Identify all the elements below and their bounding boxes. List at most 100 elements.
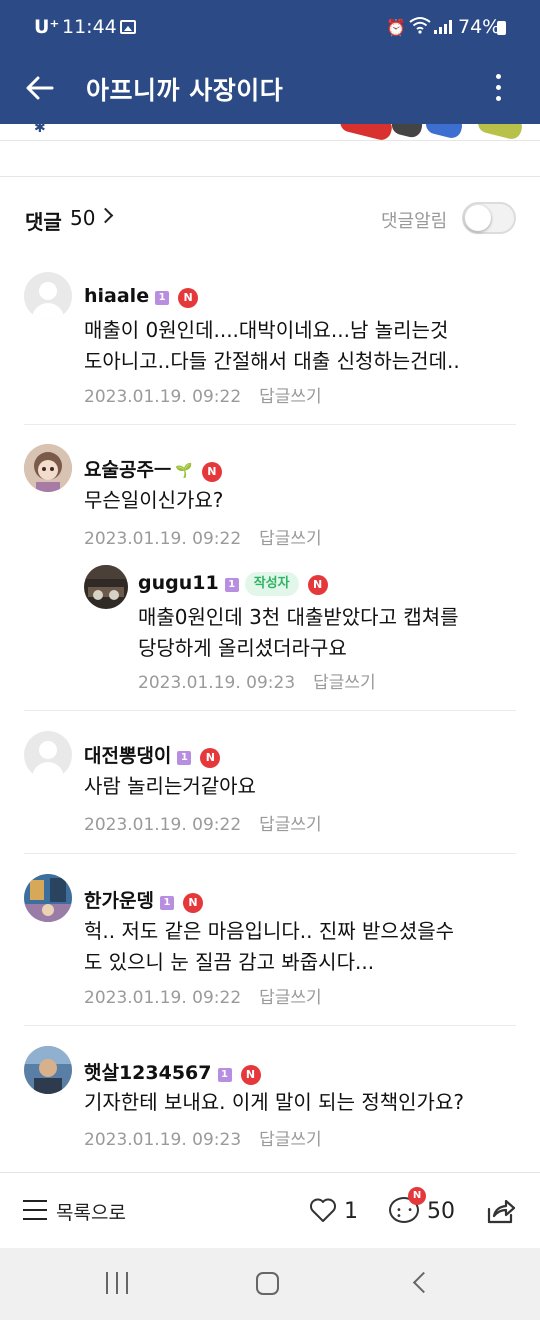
system-back-icon[interactable] [412,1271,435,1294]
image-fragment [338,124,394,140]
reply-item: gugu11 1 작성자 N 매출0원인데 3천 대출받았다고 캡쳐를 당당하게 올리… [0,565,540,695]
comment-item: hiaale 1 N 매출이 0원인데....대박이네요...남 놀리는것 도아니고… [0,272,540,422]
bottom-action-bar: 목록으로 1 • • • N 50 [0,1172,540,1248]
comment-body: 기자한테 보내요. 이게 말이 되는 정책인가요? [84,1087,464,1118]
comment-body: 매출이 0원인데....대박이네요...남 놀리는것 도아니고..다들 간절해서… [84,315,460,377]
avatar[interactable] [24,272,72,320]
comment-meta: 2023.01.19. 09:22 답글쓰기 [84,810,322,835]
level-badge: 1 [177,751,192,765]
image-notification-icon [120,20,136,34]
reply-link[interactable]: 답글쓰기 [259,1130,322,1150]
heart-icon[interactable] [309,1197,337,1228]
back-to-list-button[interactable]: 목록으로 [56,1198,126,1225]
nickname[interactable]: hiaale [84,285,149,307]
like-count: 1 [344,1199,358,1224]
comment-item: 햇살1234567 1 N 기자한테 보내요. 이게 말이 되는 정책인가요? 20… [0,1046,540,1156]
comment-line: 헉.. 저도 같은 마음입니다.. 진짜 받으셨을수 [84,919,455,943]
nickname[interactable]: gugu11 [138,572,219,594]
chevron-right-icon[interactable] [97,207,114,224]
comments-label[interactable]: 댓글 [25,206,62,235]
reply-link[interactable]: 답글쓰기 [313,673,376,693]
reply-link[interactable]: 답글쓰기 [259,529,322,549]
battery-icon [497,21,506,35]
comment-date: 2023.01.19. 09:22 [84,815,242,835]
new-badge: N [178,288,199,308]
comment-meta: 2023.01.19. 09:23 답글쓰기 [138,668,376,693]
new-badge: N [408,1187,426,1205]
avatar[interactable] [24,1046,72,1094]
comment-line: 당당하게 올리셨더라구요 [138,636,347,660]
new-badge: N [240,1065,261,1085]
comments-count[interactable]: 50 [70,206,95,230]
comment-line: 무슨일이신가요? [84,488,224,512]
comment-author[interactable]: 한가운뎅 1 N [84,886,203,913]
arrow-left-icon[interactable] [22,70,58,106]
toggle-knob [465,205,491,231]
comment-meta: 2023.01.19. 09:23 답글쓰기 [84,1125,322,1150]
system-nav-bar [0,1248,540,1320]
image-fragment [423,124,465,140]
nickname[interactable]: 대전뽕댕이 [84,745,171,767]
reply-link[interactable]: 답글쓰기 [259,387,322,407]
comment-line: 도 있으니 눈 질끔 감고 봐줍시다... [84,950,375,974]
comment-author[interactable]: hiaale 1 N [84,285,199,308]
status-time: 11:44 [62,16,117,38]
reply-link[interactable]: 답글쓰기 [259,815,322,835]
comment-body: 사람 놀리는거같아요 [84,771,256,802]
comment-meta: 2023.01.19. 09:22 답글쓰기 [84,382,322,407]
comment-line: 매출0원인데 3천 대출받았다고 캡쳐를 [138,605,459,629]
nickname[interactable]: 요술공주ㅡ [84,459,171,481]
comment-date: 2023.01.19. 09:23 [84,1130,242,1150]
avatar[interactable] [84,565,128,609]
comment-author[interactable]: 대전뽕댕이 1 N [84,741,221,768]
comment-author[interactable]: 요술공주ㅡ 🌱 N [84,455,222,482]
avatar[interactable] [24,874,72,922]
home-icon[interactable] [256,1272,279,1295]
app-header: U⁺ 11:44 ⏰ 74% 아프니까 사장이다 [0,0,540,124]
comments-header: 댓글 50 댓글알림 [0,190,540,246]
divider [24,710,516,711]
comment-date: 2023.01.19. 09:22 [84,529,242,549]
divider [0,140,540,141]
reply-link[interactable]: 답글쓰기 [259,988,322,1008]
level-badge: 1 [217,1068,232,1082]
comment-line: 매출이 0원인데....대박이네요...남 놀리는것 [84,318,449,342]
comment-meta: 2023.01.19. 09:22 답글쓰기 [84,983,322,1008]
gear-icon: ✱ [34,124,46,136]
recent-apps-icon[interactable] [106,1272,128,1294]
comment-author[interactable]: 햇살1234567 1 N [84,1058,261,1085]
level-badge: 1 [224,578,239,592]
divider [24,424,516,425]
new-badge: N [307,575,328,595]
comment-alarm-label: 댓글알림 [381,211,448,232]
list-icon[interactable] [23,1200,47,1220]
signal-icon [434,20,452,34]
new-badge: N [200,748,221,768]
comment-date: 2023.01.19. 09:22 [84,988,242,1008]
comment-date: 2023.01.19. 09:22 [84,387,242,407]
comment-alarm-toggle[interactable] [462,202,516,234]
title-bar: 아프니까 사장이다 [0,58,540,118]
comment-item: 한가운뎅 1 N 헉.. 저도 같은 마음입니다.. 진짜 받으셨을수 도 있으니 … [0,874,540,1014]
wifi-icon [409,16,431,38]
avatar[interactable] [24,731,72,779]
comment-count: 50 [427,1199,455,1224]
share-icon[interactable] [486,1197,516,1225]
comment-line: 도아니고..다들 간절해서 대출 신청하는건데.. [84,349,460,373]
comment-author[interactable]: gugu11 1 작성자 N [138,572,328,596]
comment-date: 2023.01.19. 09:23 [138,673,296,693]
page-title: 아프니까 사장이다 [86,76,284,105]
avatar[interactable] [24,444,72,492]
image-fragment [475,124,525,140]
status-bar: U⁺ 11:44 ⏰ 74% [0,0,540,58]
nickname[interactable]: 햇살1234567 [84,1062,212,1084]
comment-item: 요술공주ㅡ 🌱 N 무슨일이신가요? 2023.01.19. 09:22 답글쓰기 [0,444,540,554]
image-fragment [389,124,425,140]
level-badge: 1 [155,291,170,305]
divider [24,853,516,854]
nickname[interactable]: 한가운뎅 [84,890,154,912]
comment-body: 매출0원인데 3천 대출받았다고 캡쳐를 당당하게 올리셨더라구요 [138,602,459,664]
more-vertical-icon[interactable] [488,72,508,104]
comment-body: 헉.. 저도 같은 마음입니다.. 진짜 받으셨을수 도 있으니 눈 질끔 감고… [84,916,454,978]
new-badge: N [201,462,222,482]
